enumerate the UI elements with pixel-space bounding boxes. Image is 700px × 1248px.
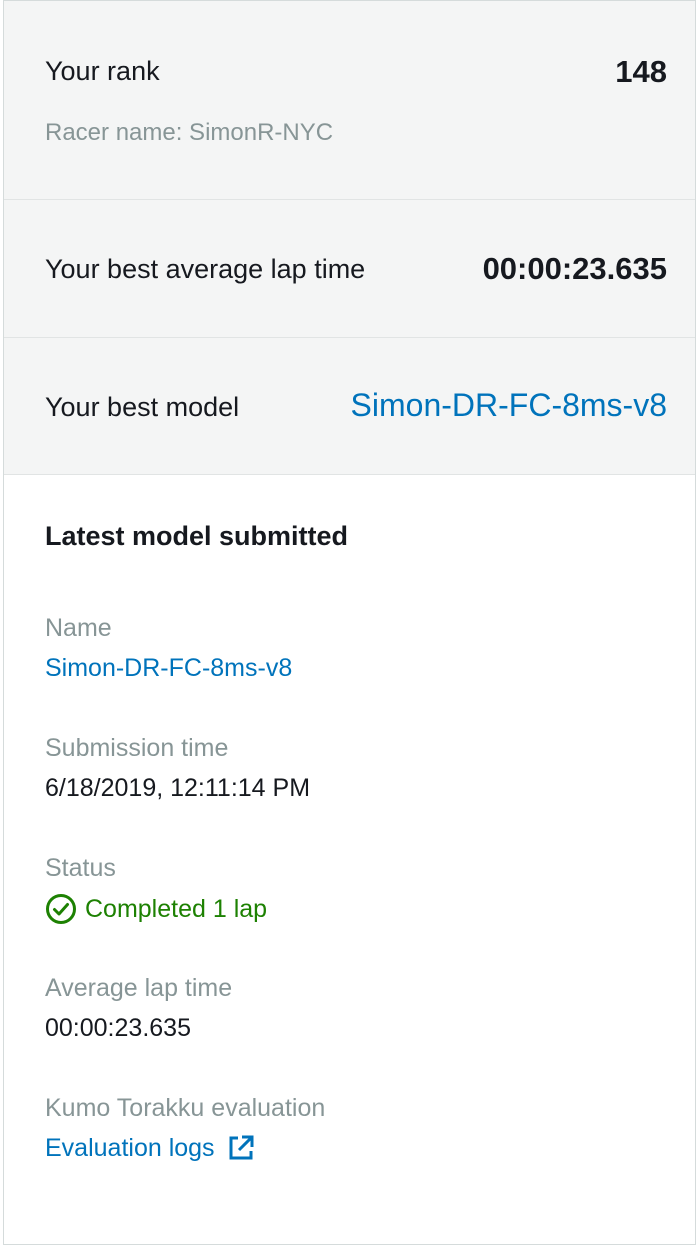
best-model-link[interactable]: Simon-DR-FC-8ms-v8 (351, 387, 667, 424)
evaluation-field: Kumo Torakku evaluation Evaluation logs (45, 1093, 325, 1163)
average-lap-label: Average lap time (45, 974, 233, 1002)
status-value: Completed 1 lap (45, 893, 267, 925)
best-model-row: Your best model Simon-DR-FC-8ms-v8 (4, 338, 695, 475)
leaderboard-summary-panel: Your rank 148 Racer name: SimonR-NYC You… (3, 0, 696, 1245)
model-name-link[interactable]: Simon-DR-FC-8ms-v8 (45, 653, 292, 683)
name-field: Name Simon-DR-FC-8ms-v8 (45, 613, 292, 683)
external-link-icon[interactable] (227, 1134, 255, 1162)
submission-time-label: Submission time (45, 734, 229, 762)
evaluation-logs-link[interactable]: Evaluation logs (45, 1133, 325, 1163)
evaluation-logs-text[interactable]: Evaluation logs (45, 1133, 215, 1163)
name-label: Name (45, 614, 112, 642)
best-lap-row: Your best average lap time 00:00:23.635 (4, 200, 695, 338)
latest-model-section: Latest model submitted Name Simon-DR-FC-… (45, 521, 665, 1162)
status-text: Completed 1 lap (85, 895, 268, 923)
rank-label: Your rank (45, 56, 160, 86)
rank-value: 148 (615, 54, 667, 89)
check-circle-icon (46, 894, 76, 924)
best-model-label: Your best model (45, 392, 240, 422)
latest-model-title: Latest model submitted (45, 521, 349, 551)
average-lap-value: 00:00:23.635 (45, 1014, 191, 1042)
submission-time-field: Submission time 6/18/2019, 12:11:14 PM (45, 733, 310, 803)
best-lap-value: 00:00:23.635 (482, 251, 667, 286)
racer-name: Racer name: SimonR-NYC (45, 119, 334, 146)
average-lap-field: Average lap time 00:00:23.635 (45, 973, 232, 1043)
status-label: Status (45, 854, 116, 882)
status-field: Status Completed 1 lap (45, 853, 267, 925)
evaluation-label: Kumo Torakku evaluation (45, 1094, 326, 1122)
rank-row: Your rank 148 Racer name: SimonR-NYC (4, 1, 695, 200)
submission-time-value: 6/18/2019, 12:11:14 PM (45, 774, 311, 802)
best-lap-label: Your best average lap time (45, 254, 366, 284)
